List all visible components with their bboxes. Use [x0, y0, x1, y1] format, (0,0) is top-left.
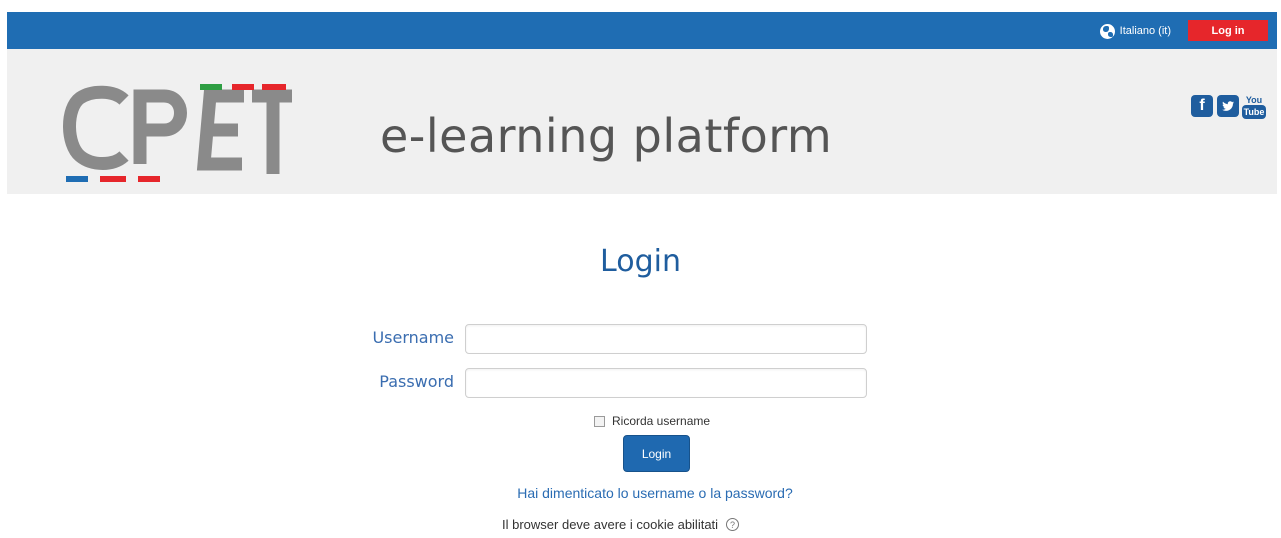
youtube-you: You	[1245, 95, 1263, 105]
remember-username: Ricorda username	[594, 414, 710, 428]
youtube-tube: Tube	[1241, 105, 1267, 119]
remember-label: Ricorda username	[612, 414, 711, 428]
globe-icon	[1099, 23, 1115, 39]
language-label: Italiano (it)	[1119, 25, 1171, 37]
top-login-label: Log in	[1211, 24, 1245, 37]
remember-checkbox[interactable]	[594, 415, 605, 427]
forgot-password-link[interactable]: Hai dimenticato lo username o la passwor…	[0, 485, 1281, 501]
facebook-glyph: f	[1199, 97, 1205, 114]
cookies-notice: Il browser deve avere i cookie abilitati…	[502, 517, 740, 532]
twitter-bird	[1222, 101, 1235, 111]
username-label: Username	[372, 328, 454, 347]
help-icon[interactable]: ?	[726, 518, 740, 531]
top-login-button[interactable]: Log in	[1188, 20, 1268, 41]
platform-tagline: e-learning platform	[380, 109, 833, 163]
twitter-icon[interactable]	[1217, 95, 1239, 117]
facebook-icon[interactable]: f	[1191, 95, 1213, 117]
cookies-text: Il browser deve avere i cookie abilitati	[502, 517, 719, 532]
username-input[interactable]	[465, 324, 867, 354]
youtube-icon[interactable]: You Tube	[1241, 95, 1267, 119]
language-selector[interactable]: Italiano (it)	[1099, 22, 1171, 40]
top-navbar: Italiano (it) Log in	[7, 12, 1277, 49]
password-label: Password	[379, 372, 454, 391]
site-header: e-learning platform f You Tube	[7, 49, 1277, 194]
password-input[interactable]	[465, 368, 867, 398]
page-title: Login	[600, 244, 681, 279]
cpet-logo[interactable]	[62, 84, 292, 184]
social-links: f You Tube	[1191, 95, 1267, 119]
login-button[interactable]: Login	[623, 435, 690, 472]
